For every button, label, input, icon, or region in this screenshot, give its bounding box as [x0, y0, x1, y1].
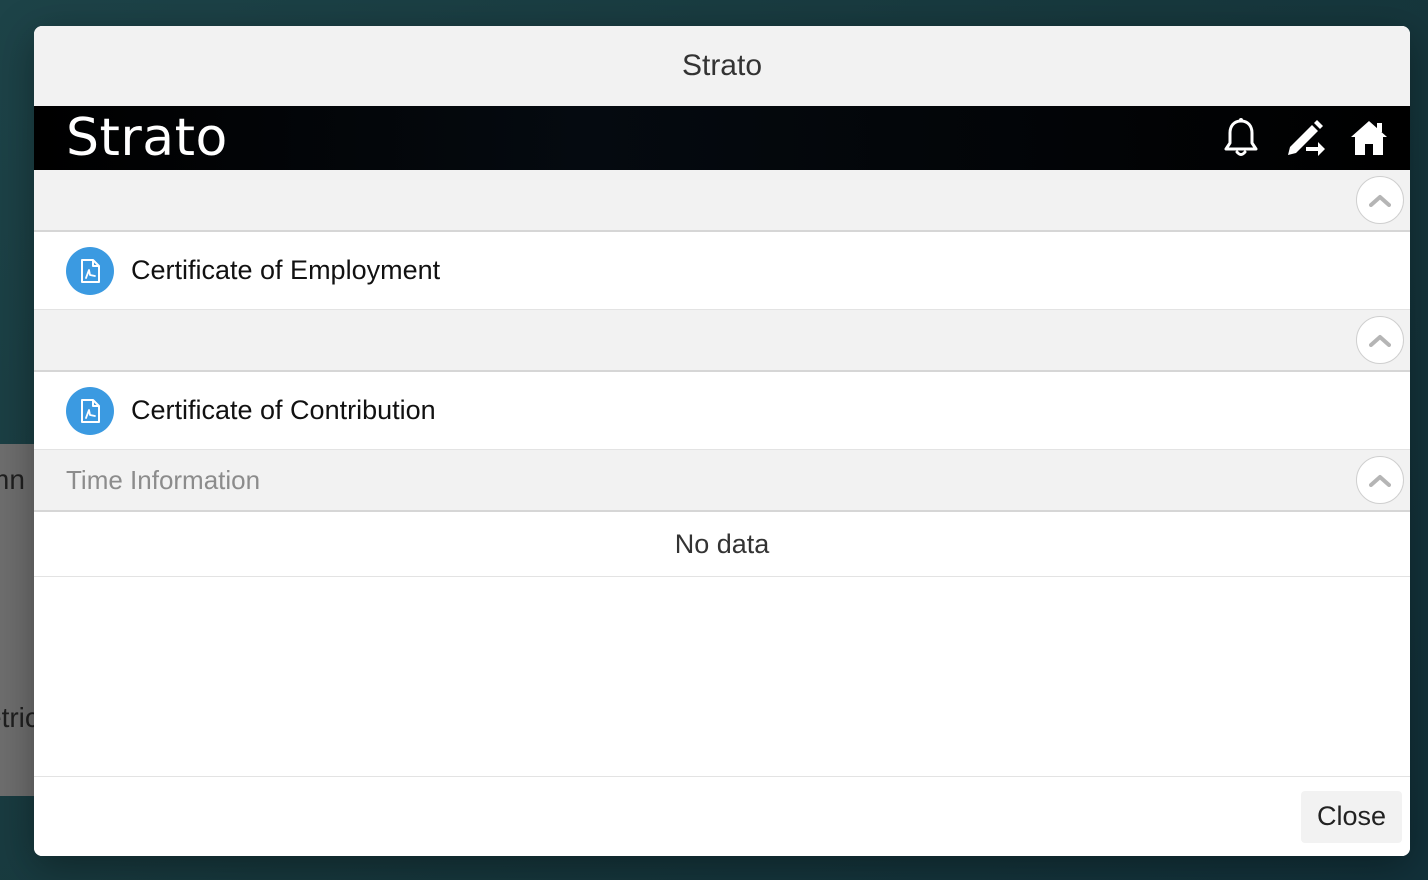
- shell-actions: [1220, 117, 1390, 159]
- chevron-up-icon: [1369, 475, 1391, 487]
- collapse-button[interactable]: [1356, 316, 1404, 364]
- edit-button[interactable]: [1284, 117, 1326, 159]
- group-title: Time Information: [66, 464, 261, 495]
- chevron-up-icon: [1369, 195, 1391, 207]
- dialog-title: Strato: [681, 49, 763, 82]
- dialog-footer: Close: [34, 776, 1410, 856]
- pdf-document-icon: [66, 246, 114, 295]
- collapse-button[interactable]: [1356, 176, 1404, 224]
- dialog-header: Strato: [34, 26, 1410, 106]
- group-header: [34, 170, 1410, 232]
- item-label: Certificate of Employment: [131, 255, 441, 285]
- edit-icon: [1288, 120, 1325, 156]
- group-header-time-information: Time Information: [34, 450, 1410, 512]
- home-button[interactable]: [1348, 117, 1390, 159]
- group-header: [34, 310, 1410, 372]
- brand-logo[interactable]: Strato: [66, 108, 228, 168]
- list-item-certificate-of-contribution[interactable]: Certificate of Contribution: [34, 372, 1410, 450]
- chevron-up-icon: [1369, 335, 1391, 347]
- list-item-certificate-of-employment[interactable]: Certificate of Employment: [34, 232, 1410, 310]
- item-label: Certificate of Contribution: [131, 395, 436, 425]
- no-data-message: No data: [34, 512, 1410, 577]
- close-button[interactable]: Close: [1300, 790, 1402, 843]
- background-text: mn: [0, 464, 25, 495]
- collapse-button[interactable]: [1356, 456, 1404, 504]
- shell-bar: Strato: [34, 106, 1410, 170]
- content-area: Certificate of Employment Certificate of…: [34, 170, 1410, 776]
- pdf-document-icon: [66, 386, 114, 435]
- notifications-button[interactable]: [1220, 117, 1262, 159]
- dialog: Strato Strato Certificate of Employment …: [34, 26, 1410, 856]
- home-icon: [1351, 121, 1387, 155]
- bell-icon: [1224, 118, 1258, 156]
